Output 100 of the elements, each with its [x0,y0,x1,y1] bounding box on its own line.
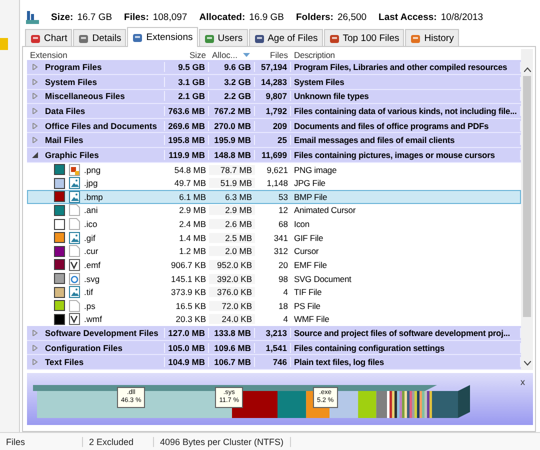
column-header[interactable]: Alloc... [209,50,255,60]
table-cell: 119.9 MB [165,150,209,160]
collapse-arrow-icon[interactable] [32,152,38,158]
extension-name: .wmf [84,314,102,324]
table-cell: 9,807 [255,91,291,102]
group-name: System Files [45,76,97,87]
info-value: 16.7 GB [77,12,112,22]
tab[interactable]: Details [73,29,126,46]
table-cell-text: 373.9 KB [170,287,207,298]
table-cell: 2.5 MB [209,232,255,243]
tab[interactable]: Extensions [127,27,198,47]
tab[interactable]: History [405,29,459,46]
table-cell-text: 9,621 [266,164,289,175]
table-cell-text: 2.9 MB [178,205,207,216]
scroll-up-icon[interactable] [524,67,530,72]
extension-name: .tif [84,287,93,298]
group-row[interactable]: Graphic Files 119.9 MB 148.8 MB 11,699 Files containing pictures, images or mouse cursors [27,148,521,163]
table-cell-text: PNG image [293,164,338,175]
table-cell-text: SVG Document [293,274,352,284]
column-header[interactable]: Description [291,50,521,60]
image-file-icon [69,177,80,190]
info-value: 10/8/2013 [440,12,484,22]
expand-arrow-icon[interactable] [32,330,38,336]
expand-arrow-icon[interactable] [32,78,38,85]
tab[interactable]: Top 100 Files [324,29,404,46]
metafile-icon [69,258,80,271]
close-button[interactable]: x [518,377,527,387]
table-cell-text: 1,148 [266,178,289,188]
table-cell: 109.6 MB [209,342,255,353]
table-cell: 2.6 MB [209,219,255,230]
status-text: 2 Excluded [83,436,154,446]
group-row[interactable]: System Files 3.1 GB 3.2 GB 14,283 System Files [27,74,521,90]
info-label: Files: [124,12,149,22]
table-cell-text: 49.7 MB [173,178,207,188]
table-cell: 148.8 MB [209,150,255,160]
table-cell-text: 98 [278,274,289,284]
table-cell-text: Icon [293,219,310,230]
expand-arrow-icon[interactable] [32,93,38,100]
group-row[interactable]: Miscellaneous Files 2.1 GB 2.2 GB 9,807 Unknown file types [27,90,521,104]
tab[interactable]: Users [198,29,248,46]
scrollbar[interactable] [521,49,533,370]
table-cell-text: 2.4 MB [178,219,207,230]
expand-arrow-icon[interactable] [32,108,38,114]
table-cell-text: BMP File [293,192,328,202]
table-cell: 269.6 MB [165,120,209,131]
expand-arrow-icon[interactable] [32,359,38,366]
table-cell: 767.2 MB [209,106,255,116]
group-name: Graphic Files [45,150,99,160]
table-cell: 376.0 KB [209,287,255,298]
table-cell-text: 1.2 MB [178,246,207,256]
column-header[interactable]: Size [165,50,209,60]
table-cell: 105.0 MB [165,342,209,353]
table-cell: 9.6 GB [209,62,255,72]
extension-name: .bmp [84,192,103,202]
group-name: Software Development Files [45,328,158,338]
table-cell-text: 54.8 MB [173,164,207,175]
table-cell: 1,792 [255,106,291,116]
group-name: Program Files [45,62,102,72]
column-header[interactable]: Files [255,50,291,60]
table-cell: 2.9 MB [209,205,255,216]
scroll-down-icon[interactable] [524,361,530,366]
extension-name: .jpg [84,178,98,188]
table-cell: 25 [255,135,291,146]
group-name: Miscellaneous Files [45,91,125,102]
status-text: 4096 Bytes per Cluster (NTFS) [154,436,291,446]
blank-file-icon [69,245,80,258]
extension-row[interactable]: .bmp 6.1 MB 6.3 MB 53 BMP File [27,190,521,204]
extension-row[interactable]: .png 54.8 MB 78.7 MB 9,621 PNG image [27,162,521,176]
table-cell-text: GIF File [293,232,324,243]
table-cell: 392.0 KB [209,274,255,284]
scroll-thumb[interactable] [523,76,531,317]
table-cell: 9.5 GB [165,62,209,72]
tab[interactable]: Chart [25,29,72,46]
group-row[interactable]: Software Development Files 127.0 MB 133.8 MB 3,213 Source and project files of software development proj... [27,326,521,341]
table-cell: 952.0 KB [209,260,255,270]
table-cell-text: 18 [278,300,289,311]
group-row[interactable]: Text Files 104.9 MB 106.7 MB 746 Plain text files, log files [27,355,521,370]
tab[interactable]: Age of Files [248,29,323,46]
expand-arrow-icon[interactable] [32,64,38,70]
expand-arrow-icon[interactable] [32,137,38,144]
table-cell: 133.8 MB [209,328,255,338]
image-file-icon [69,232,80,244]
extension-name: .ps [84,300,96,311]
blank-file-icon [69,204,80,216]
table-cell: 763.6 MB [165,106,209,116]
table-cell: 127.0 MB [165,328,209,338]
group-row[interactable]: Mail Files 195.8 MB 195.9 MB 25 Email messages and files of email clients [27,133,521,148]
expand-arrow-icon[interactable] [32,344,38,351]
web-document-icon [69,272,80,285]
group-row[interactable]: Office Files and Documents 269.6 MB 270.0 MB 209 Documents and files of office programs and PDFs [27,118,521,134]
table-cell: 104.9 MB [165,357,209,368]
group-row[interactable]: Program Files 9.5 GB 9.6 GB 57,194 Program Files, Libraries and other compiled resources [27,60,521,75]
column-header[interactable]: Extension [27,50,165,60]
table-cell: 1,541 [255,342,291,353]
tab-icon [204,32,215,44]
info-value: 108,097 [152,12,188,22]
expand-arrow-icon[interactable] [32,122,38,129]
group-row[interactable]: Configuration Files 105.0 MB 109.6 MB 1,541 Files containing configuration settings [27,340,521,356]
table-cell-text: EMF File [293,260,328,270]
group-row[interactable]: Data Files 763.6 MB 767.2 MB 1,792 Files containing data of various kinds, not including file... [27,104,521,119]
